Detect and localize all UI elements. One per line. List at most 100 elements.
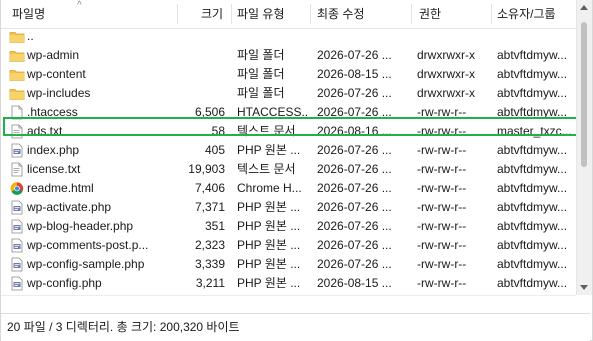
text-file-icon: [9, 124, 25, 139]
file-size: [151, 84, 225, 103]
file-row[interactable]: .htaccess 6,506 HTACCESS... 2026-07-26 ... -…: [1, 103, 576, 122]
file-row[interactable]: wp-includes 파일 폴더 2026-07-26 ... drwxrwxr-x…: [1, 84, 576, 103]
file-modified: [317, 27, 413, 46]
file-owner: abtvftdmyw...: [497, 105, 568, 119]
file-type: 텍스트 문서: [237, 124, 296, 138]
file-owner: abtvftdmyw...: [497, 276, 568, 290]
file-permissions: -rw-rw-r--: [417, 257, 467, 271]
file-size: 351: [204, 219, 225, 233]
sort-ascending-icon: ^: [77, 0, 82, 11]
file-type: [237, 27, 309, 46]
file-permissions: -rw-rw-r--: [417, 124, 467, 138]
file-modified: 2026-08-15 ...: [317, 67, 392, 81]
file-row[interactable]: wp-content 파일 폴더 2026-08-15 ... drwxrwxr-x a…: [1, 65, 576, 84]
file-permissions: [417, 27, 493, 46]
file-row[interactable]: ads.txt 58 텍스트 문서 2026-08-16 ... -rw-rw-r-- m…: [1, 122, 576, 141]
column-header-owner[interactable]: 소유자/그룹: [497, 0, 556, 28]
file-modified: 2026-07-26 ...: [317, 162, 392, 176]
vertical-scrollbar[interactable]: [576, 0, 592, 295]
column-header-size[interactable]: 크기: [201, 0, 223, 28]
file-row[interactable]: wp-activate.php 7,371 PHP 원본 ... 2026-07-26…: [1, 198, 576, 217]
file-owner: abtvftdmyw...: [497, 238, 568, 252]
file-type: PHP 원본 ...: [237, 257, 301, 271]
file-row[interactable]: license.txt 19,903 텍스트 문서 2026-07-26 ... -rw…: [1, 160, 576, 179]
php-file-icon: [9, 276, 25, 291]
file-size: 7,371: [194, 200, 225, 214]
file-permissions: -rw-rw-r--: [417, 105, 467, 119]
column-header-type[interactable]: 파일 유형: [237, 0, 285, 28]
php-file-icon: [9, 238, 25, 253]
file-owner: abtvftdmyw...: [497, 219, 568, 233]
file-size: [151, 65, 225, 84]
column-header-permissions[interactable]: 권한: [419, 0, 441, 28]
file-permissions: -rw-rw-r--: [417, 219, 467, 233]
file-size: 3,339: [194, 257, 225, 271]
php-file-icon: [9, 257, 25, 272]
file-size: 58: [211, 124, 225, 138]
file-type: Chrome H...: [237, 181, 302, 195]
folder-icon: [9, 48, 25, 63]
file-modified: 2026-08-16 ...: [317, 124, 392, 138]
file-row[interactable]: wp-config.php 3,211 PHP 원본 ... 2026-08-15 .…: [1, 274, 576, 293]
folder-icon: [9, 86, 25, 101]
status-bar: 20 파일 / 3 디렉터리. 총 크기: 200,320 바이트: [1, 313, 590, 341]
file-modified: 2026-07-26 ...: [317, 238, 392, 252]
file-type: 파일 폴더: [237, 48, 285, 62]
file-modified: 2026-07-26 ...: [317, 219, 392, 233]
file-type: PHP 원본 ...: [237, 238, 301, 252]
php-file-icon: [9, 143, 25, 158]
file-permissions: -rw-rw-r--: [417, 276, 467, 290]
scroll-down-arrow-icon[interactable]: [580, 285, 588, 290]
file-owner: abtvftdmyw...: [497, 48, 568, 62]
file-size: 405: [204, 143, 225, 157]
file-row[interactable]: wp-config-sample.php 3,339 PHP 원본 ... 2026-…: [1, 255, 576, 274]
file-icon: [9, 105, 25, 120]
file-permissions: drwxrwxr-x: [417, 86, 475, 100]
file-permissions: -rw-rw-r--: [417, 238, 467, 252]
file-type: PHP 원본 ...: [237, 219, 301, 233]
file-size: [151, 27, 225, 46]
file-owner: [497, 27, 575, 46]
file-type: 파일 폴더: [237, 86, 285, 100]
status-text: 20 파일 / 3 디렉터리. 총 크기: 200,320 바이트: [7, 320, 240, 334]
column-header-modified[interactable]: 최종 수정: [317, 0, 365, 28]
file-owner: abtvftdmyw...: [497, 86, 568, 100]
file-size: 3,211: [195, 276, 225, 290]
file-size: 19,903: [188, 162, 225, 176]
file-size: [151, 46, 225, 65]
file-size: 7,406: [194, 181, 225, 195]
file-owner: abtvftdmyw...: [497, 200, 568, 214]
folder-icon: [9, 29, 25, 44]
file-row[interactable]: wp-comments-post.p... 2,323 PHP 원본 ... 2026…: [1, 236, 576, 255]
php-file-icon: [9, 219, 25, 234]
file-row[interactable]: wp-admin 파일 폴더 2026-07-26 ... drwxrwxr-x abt…: [1, 46, 576, 65]
list-bottom-area: [1, 295, 576, 314]
file-modified: 2026-07-26 ...: [317, 200, 392, 214]
file-permissions: drwxrwxr-x: [417, 48, 475, 62]
folder-icon: [9, 67, 25, 82]
file-row[interactable]: index.php 405 PHP 원본 ... 2026-07-26 ... -rw-…: [1, 141, 576, 160]
file-permissions: drwxrwxr-x: [417, 67, 475, 81]
file-type: PHP 원본 ...: [237, 276, 301, 290]
file-row[interactable]: wp-blog-header.php 351 PHP 원본 ... 2026-07-2…: [1, 217, 576, 236]
file-list: .. wp-admin 파일 폴더 2026-07-26 ... drwxrwxr-x a…: [1, 27, 576, 295]
file-owner: master_txzc...: [497, 124, 572, 138]
file-modified: 2026-07-26 ...: [317, 257, 392, 271]
column-header-name[interactable]: 파일명: [12, 0, 45, 28]
file-permissions: -rw-rw-r--: [417, 200, 467, 214]
file-owner: abtvftdmyw...: [497, 181, 568, 195]
file-row[interactable]: readme.html 7,406 Chrome H... 2026-07-26 ..…: [1, 179, 576, 198]
php-file-icon: [9, 200, 25, 215]
file-type: 파일 폴더: [237, 67, 285, 81]
file-permissions: -rw-rw-r--: [417, 162, 467, 176]
file-modified: 2026-07-26 ...: [317, 143, 392, 157]
scrollbar-thumb[interactable]: [581, 22, 587, 167]
file-modified: 2026-07-26 ...: [317, 48, 392, 62]
scroll-up-arrow-icon[interactable]: [580, 5, 588, 10]
file-type: 텍스트 문서: [237, 162, 296, 176]
file-modified: 2026-08-15 ...: [317, 276, 392, 290]
file-permissions: -rw-rw-r--: [417, 181, 467, 195]
file-row[interactable]: ..: [1, 27, 576, 46]
file-type: HTACCESS...: [237, 105, 309, 119]
text-file-icon: [9, 162, 25, 177]
